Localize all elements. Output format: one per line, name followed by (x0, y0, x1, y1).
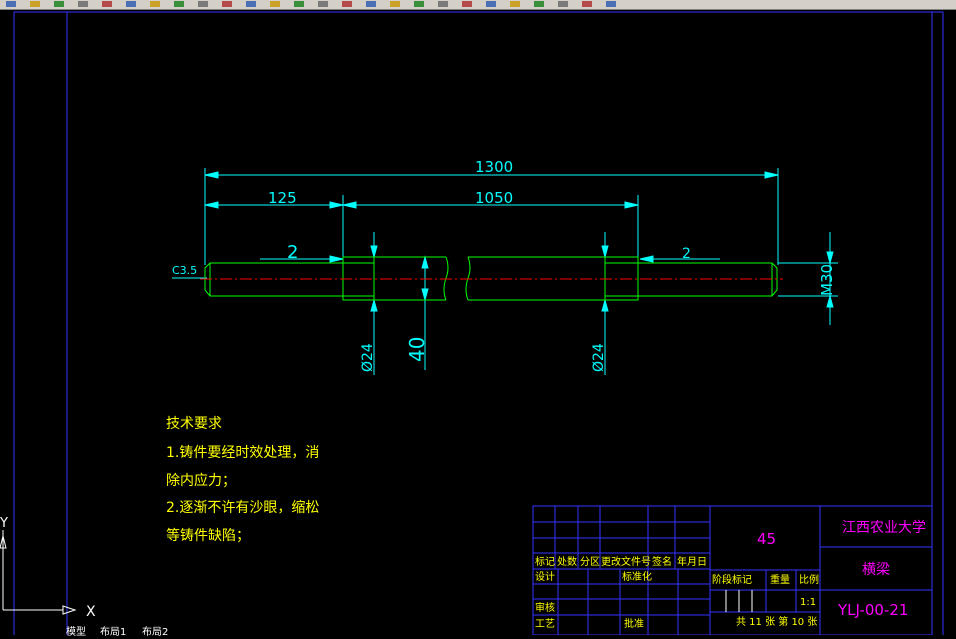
tb-weight: 重量 (770, 573, 790, 586)
zoom-previous-icon[interactable] (340, 0, 354, 8)
tb-change-doc: 更改文件号 (601, 555, 651, 568)
tb-scale-value: 1:1 (800, 597, 816, 608)
tb-material: 45 (757, 530, 776, 548)
new-icon[interactable] (4, 0, 18, 8)
dim-left-gap: 2 (287, 242, 298, 263)
undo-icon[interactable] (220, 0, 234, 8)
zoom-realtime-icon[interactable] (292, 0, 306, 8)
tech-notes-line4: 等铸件缺陷； (166, 527, 250, 544)
dim-middle-segment: 1050 (475, 189, 513, 207)
match-icon[interactable] (196, 0, 210, 8)
tool-palette-icon[interactable] (412, 0, 426, 8)
tb-zone: 分区 (580, 556, 600, 568)
properties-icon[interactable] (364, 0, 378, 8)
sun-icon[interactable] (556, 0, 570, 8)
pan-icon[interactable] (268, 0, 282, 8)
open-icon[interactable] (28, 0, 42, 8)
layer-state-icon[interactable] (508, 0, 522, 8)
dim-thread: M30 (818, 264, 836, 296)
copy-icon[interactable] (148, 0, 162, 8)
design-center-icon[interactable] (388, 0, 402, 8)
tech-notes: 技术要求 1.铸件要经时效处理，消 除内应力； 2.逐渐不许有沙眼，缩松 等铸件… (166, 416, 319, 544)
dim-left-segment: 125 (268, 189, 297, 207)
tb-approve: 批准 (624, 617, 644, 630)
tb-mark: 标记 (535, 556, 555, 568)
ucs-y-label: Y (0, 516, 8, 531)
tb-university: 江西农业大学 (842, 520, 926, 536)
color-icon[interactable] (604, 0, 618, 8)
tb-count: 处数 (557, 555, 577, 568)
help-icon[interactable] (460, 0, 474, 8)
tech-notes-line1: 1.铸件要经时效处理，消 (166, 445, 319, 461)
dim-overall-length: 1300 (475, 158, 513, 176)
dim-right-gap: 2 (682, 246, 691, 262)
calculator-icon[interactable] (436, 0, 450, 8)
bulb-icon[interactable] (532, 0, 546, 8)
tb-date: 年月日 (677, 555, 707, 568)
stage-marks (725, 590, 753, 612)
tab-layout2[interactable]: 布局2 (142, 623, 168, 638)
ucs-icon (0, 530, 77, 615)
ucs-x-label: X (86, 604, 96, 620)
standard-toolbar (0, 0, 956, 10)
tb-scale-label: 比例 (799, 573, 819, 586)
tb-signature: 签名 (652, 555, 672, 568)
print-icon[interactable] (76, 0, 90, 8)
dim-dia-center: 40 (405, 337, 429, 362)
tech-notes-title: 技术要求 (166, 416, 222, 432)
cut-icon[interactable] (124, 0, 138, 8)
layout-tabs: 模型 布局1 布局2 (0, 627, 200, 638)
tb-standardize: 标准化 (622, 570, 652, 583)
lock-icon[interactable] (580, 0, 594, 8)
tab-layout1[interactable]: 布局1 (100, 623, 126, 638)
preview-icon[interactable] (100, 0, 114, 8)
paste-icon[interactable] (172, 0, 186, 8)
zoom-window-icon[interactable] (316, 0, 330, 8)
tb-part-name: 横梁 (862, 562, 890, 578)
tab-model[interactable]: 模型 (66, 623, 86, 638)
tb-design: 设计 (535, 570, 555, 583)
tb-process: 工艺 (535, 618, 555, 630)
save-icon[interactable] (52, 0, 66, 8)
tb-drawing-no: YLJ-00-21 (837, 601, 908, 619)
tech-notes-line2: 除内应力； (166, 472, 236, 489)
tb-stage-mark: 阶段标记 (712, 573, 752, 586)
dim-chamfer: C3.5 (172, 264, 197, 277)
dim-dia-left: Ø24 (360, 343, 376, 372)
drawing-canvas[interactable]: 1300 125 1050 C3.5 2 2 M30 Ø24 40 Ø24 技术… (0, 10, 956, 636)
tb-sheets: 共 11 张 第 10 张 (736, 615, 817, 628)
tb-review: 审核 (535, 601, 555, 614)
tech-notes-line3: 2.逐渐不许有沙眼，缩松 (166, 500, 319, 516)
redo-icon[interactable] (244, 0, 258, 8)
dim-dia-right: Ø24 (591, 343, 607, 372)
layer-icon[interactable] (484, 0, 498, 8)
